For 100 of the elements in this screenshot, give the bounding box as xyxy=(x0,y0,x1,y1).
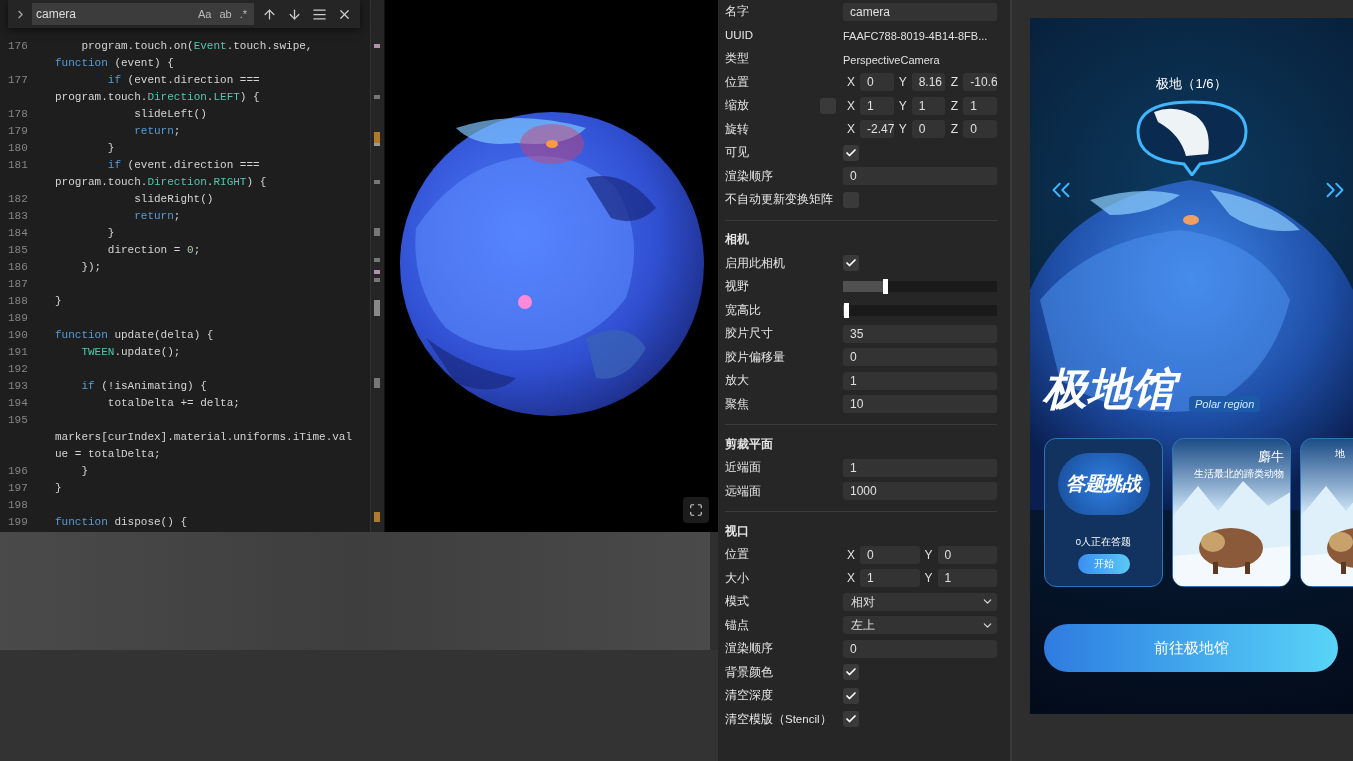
code-line: direction = 0; xyxy=(106,243,201,259)
property-value: PerspectiveCamera xyxy=(843,53,940,66)
line-number: 184 xyxy=(8,227,28,240)
axis-label: X xyxy=(846,121,856,139)
property-label: 渲染顺序 xyxy=(725,641,773,657)
axis-label: Y xyxy=(923,546,934,564)
property-label: 清空深度 xyxy=(725,688,773,704)
line-number: 187 xyxy=(8,278,28,291)
code-line: function update(delta) { xyxy=(55,328,214,344)
code-line: function (event) { xyxy=(55,56,174,72)
number-field[interactable]: 0 xyxy=(911,120,946,139)
line-number: 197 xyxy=(8,482,28,495)
line-number: 189 xyxy=(8,312,28,325)
code-line: } xyxy=(55,294,62,310)
quiz-card[interactable]: 答题挑战 0人正在答题 开始 xyxy=(1044,438,1163,587)
3d-viewport[interactable] xyxy=(385,0,718,532)
search-option-toggle[interactable]: Aa xyxy=(194,5,215,23)
slider[interactable] xyxy=(843,304,997,316)
line-number: 191 xyxy=(8,346,28,359)
value-field[interactable]: 0 xyxy=(843,167,997,186)
checkbox[interactable] xyxy=(843,144,859,161)
property-label: 类型 xyxy=(725,51,749,67)
value-field[interactable]: 10 xyxy=(843,395,997,414)
axis-label: Y xyxy=(897,74,908,92)
dropdown[interactable]: 相对 xyxy=(843,592,997,611)
search-field[interactable]: camera xyxy=(36,5,193,23)
slider[interactable] xyxy=(843,281,997,293)
value-field[interactable]: 1 xyxy=(843,371,997,390)
checkbox[interactable] xyxy=(843,664,859,681)
property-label: 名字 xyxy=(725,4,749,20)
check-icon xyxy=(845,146,857,159)
region-title: 极地（1/6） xyxy=(1156,75,1227,93)
number-field[interactable]: 1 xyxy=(937,569,997,588)
code-line: function dispose() { xyxy=(55,515,188,531)
property-label: 远端面 xyxy=(725,483,761,499)
property-label: 锚点 xyxy=(725,617,749,633)
line-number: 177 xyxy=(8,74,28,87)
code-line: return; xyxy=(133,124,181,140)
number-field[interactable]: 0 xyxy=(937,545,997,564)
value-field[interactable]: camera xyxy=(843,2,997,21)
property-label: 不自动更新变换矩阵 xyxy=(725,192,833,208)
value-field[interactable]: 1000 xyxy=(843,482,997,501)
value-field[interactable]: 1 xyxy=(843,458,997,477)
checkbox[interactable] xyxy=(843,687,859,704)
property-label: 放大 xyxy=(725,373,749,389)
line-number: 180 xyxy=(8,142,28,155)
previous-match-icon[interactable] xyxy=(262,6,277,22)
animal-description: 生活最北的蹄类动物 xyxy=(1194,466,1284,481)
property-label: 背景颜色 xyxy=(725,664,773,680)
section-title: 相机 xyxy=(725,232,749,248)
property-label: 聚焦 xyxy=(725,396,749,412)
line-number: 196 xyxy=(8,465,28,478)
code-line: TWEEN.update(); xyxy=(80,345,181,361)
section-title: 视口 xyxy=(725,523,749,539)
animal-description: 地 xyxy=(1335,447,1345,461)
dropdown-value: 左上 xyxy=(851,617,875,635)
number-field[interactable]: 0 xyxy=(963,120,997,139)
property-label: 大小 xyxy=(725,570,749,586)
number-field[interactable]: -10.6 xyxy=(963,73,997,92)
hall-heading: 极地馆 xyxy=(1043,362,1183,416)
fullscreen-button[interactable] xyxy=(683,497,709,523)
property-label: UUID xyxy=(725,27,754,43)
dropdown[interactable]: 左上 xyxy=(843,616,997,635)
number-field[interactable]: 0 xyxy=(860,73,894,92)
dropdown-value: 相对 xyxy=(851,593,875,611)
animal-card[interactable]: 地 xyxy=(1300,438,1353,587)
property-label: 宽高比 xyxy=(725,302,761,318)
line-number: 194 xyxy=(8,397,28,410)
search-option-toggle[interactable]: .* xyxy=(236,5,250,23)
number-field[interactable]: 1 xyxy=(860,96,894,115)
number-field[interactable]: 1 xyxy=(860,569,920,588)
search-option-toggle[interactable]: ab xyxy=(216,5,235,23)
code-line: slideRight() xyxy=(133,192,214,208)
participant-count: 0人正在答题 xyxy=(1075,535,1132,549)
axis-label: Z xyxy=(949,97,959,115)
animal-card[interactable]: 麝牛 生活最北的蹄类动物 xyxy=(1172,438,1291,587)
code-line: ue = totalDelta; xyxy=(55,447,161,463)
property-label: 胶片偏移量 xyxy=(725,349,785,365)
property-label: 视野 xyxy=(725,279,749,295)
code-line: return; xyxy=(133,209,181,225)
checkbox[interactable] xyxy=(843,711,859,728)
line-number: 192 xyxy=(8,363,28,376)
property-label: 近端面 xyxy=(725,460,761,476)
number-field[interactable]: 1 xyxy=(963,96,997,115)
check-icon xyxy=(845,689,857,702)
property-label: 位置 xyxy=(725,74,749,90)
code-line: program.touch.on(Event.touch.swipe, xyxy=(80,39,313,55)
find-in-selection-icon[interactable] xyxy=(312,6,327,22)
axis-label: X xyxy=(846,97,856,115)
line-number: 195 xyxy=(8,414,28,427)
checkbox[interactable] xyxy=(843,255,859,272)
number-field[interactable]: -2.47 xyxy=(860,120,894,139)
value-field[interactable]: 35 xyxy=(843,324,997,343)
next-match-icon[interactable] xyxy=(287,6,302,22)
number-field[interactable]: 1 xyxy=(911,96,946,115)
code-line: }); xyxy=(80,260,102,276)
number-field[interactable]: 8.16 xyxy=(911,73,946,92)
value-field[interactable]: 0 xyxy=(843,639,997,658)
number-field[interactable]: 0 xyxy=(860,545,920,564)
value-field[interactable]: 0 xyxy=(843,348,997,367)
